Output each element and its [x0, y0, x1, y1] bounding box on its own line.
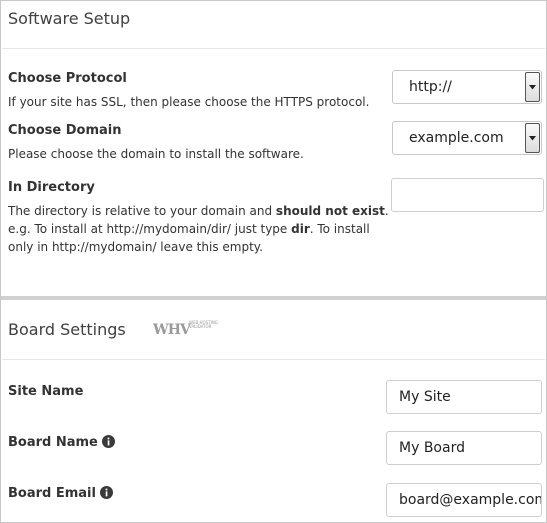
site-name-label: Site Name — [8, 384, 84, 399]
protocol-select-value: http:// — [409, 79, 452, 95]
domain-description: Please choose the domain to install the … — [8, 147, 304, 161]
software-setup-title: Software Setup — [8, 9, 131, 28]
directory-label: In Directory — [8, 180, 95, 195]
info-icon[interactable] — [101, 435, 115, 452]
info-icon[interactable] — [99, 486, 113, 503]
board-settings-title: Board Settings — [8, 320, 126, 339]
divider — [2, 359, 545, 360]
protocol-label: Choose Protocol — [8, 71, 127, 86]
domain-select[interactable]: example.com — [392, 121, 542, 155]
divider — [2, 48, 545, 49]
protocol-select[interactable]: http:// — [392, 70, 542, 104]
directory-description: The directory is relative to your domain… — [8, 204, 389, 254]
whv-logo: WHV WEB HOSTING VALIDATOR — [153, 319, 218, 339]
whv-logo-subtext: WEB HOSTING VALIDATOR — [189, 320, 218, 329]
domain-label: Choose Domain — [8, 123, 122, 138]
install-form-panel: Software Setup Choose Protocol If your s… — [0, 0, 547, 523]
domain-select-value: example.com — [409, 130, 504, 146]
board-email-label: Board Email — [8, 486, 113, 503]
section-divider — [1, 296, 546, 300]
whv-logo-mark: WHV — [153, 322, 191, 338]
directory-input[interactable] — [391, 178, 544, 212]
site-name-input[interactable]: My Site — [386, 380, 542, 414]
chevron-down-icon[interactable] — [525, 72, 540, 102]
protocol-description: If your site has SSL, then please choose… — [8, 95, 370, 109]
board-name-input[interactable]: My Board — [386, 431, 542, 465]
chevron-down-icon[interactable] — [525, 123, 540, 153]
board-name-label: Board Name — [8, 435, 115, 452]
board-email-input[interactable]: board@example.com — [386, 483, 542, 517]
